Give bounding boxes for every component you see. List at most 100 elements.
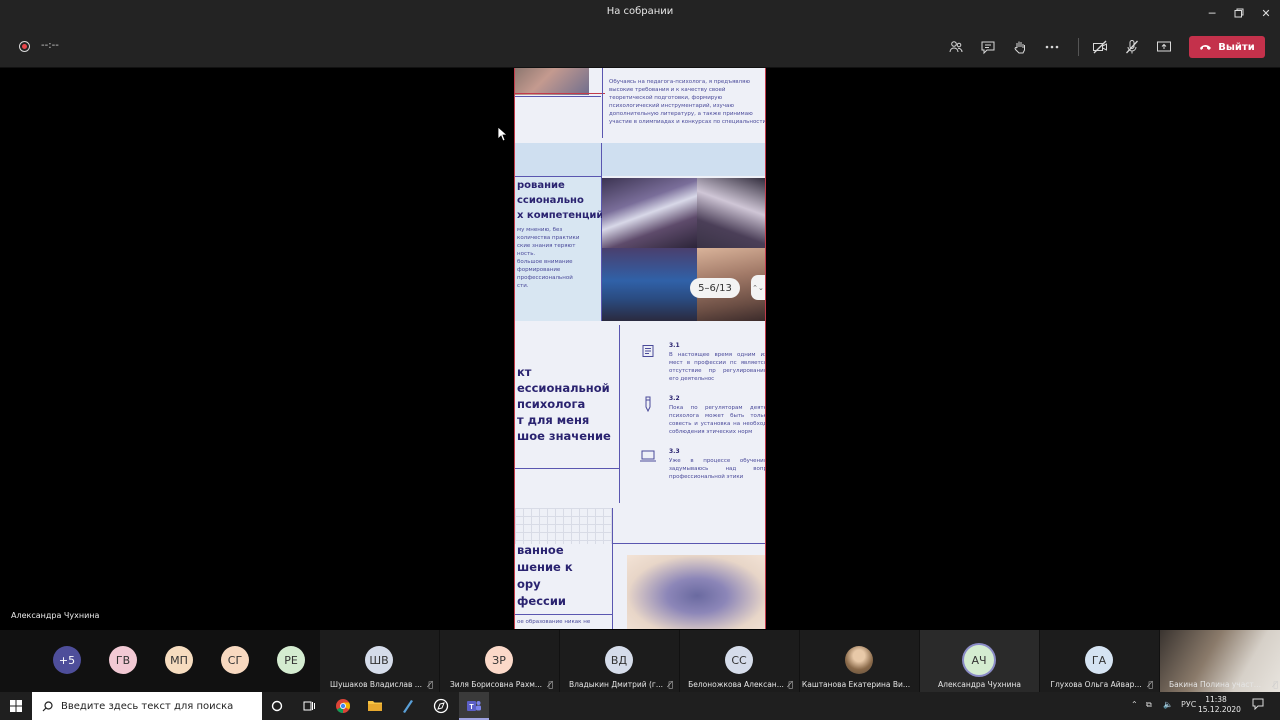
file-explorer-app[interactable]: [365, 696, 385, 716]
slide-divider: [515, 93, 605, 94]
slide-band: [515, 143, 765, 176]
slide-item-text: Пока по регуляторам деяте психолога може…: [669, 405, 766, 435]
raise-hand-icon: [1014, 41, 1025, 54]
clock-time: 11:38: [1205, 695, 1227, 704]
minimize-icon[interactable]: ─: [1198, 0, 1226, 26]
task-view-icon: [303, 701, 315, 711]
system-clock[interactable]: 11:38 15.12.2020: [1198, 695, 1241, 715]
more-icon: [1045, 45, 1059, 49]
cortana-button[interactable]: [267, 696, 287, 716]
participant-photo-avatar: [845, 646, 873, 674]
slide-heading-2-line: рование: [517, 180, 565, 191]
leave-label: Выйти: [1218, 41, 1255, 53]
camera-off-icon: [1093, 40, 1107, 54]
slide-heading-2: рование ссионально х компетенций: [517, 178, 603, 223]
mic-muted-icon: 🎙̸: [668, 680, 673, 689]
participant-avatar: ШВ: [365, 646, 393, 674]
slide-text-line: му мнению, без: [517, 227, 563, 233]
mic-muted-icon: 🎙̸: [548, 680, 553, 689]
share-screen-icon: [1157, 41, 1171, 52]
meeting-timer: --:--: [41, 40, 59, 51]
participant-roster: +5 ГВ МП СГ РЕ ШВ Шушаков Владислав ... …: [0, 630, 1280, 692]
participant-tile[interactable]: Каштанова Екатерина Ви...: [800, 630, 919, 692]
participant-avatar: АЧ: [964, 645, 994, 675]
raise-hand-button[interactable]: [1007, 34, 1033, 60]
participant-tile-speaking[interactable]: АЧ Александра Чухнина: [920, 630, 1039, 692]
task-view-button[interactable]: [299, 696, 319, 716]
slide-paragraph-1: Обучаясь на педагога-психолога, я предъя…: [609, 79, 766, 125]
pinned-app[interactable]: [397, 696, 417, 716]
cortana-icon: [271, 700, 283, 712]
teams-app-active[interactable]: T: [459, 692, 489, 720]
participant-tile[interactable]: ГА Глухова Ольга Айвар... 🎙̸: [1040, 630, 1159, 692]
slide-counter: 5–6/13: [690, 278, 740, 298]
participant-name: Зиля Борисовна Рахм...: [449, 680, 543, 689]
phone-hangup-icon: [1200, 45, 1212, 50]
slide-divider: [619, 325, 620, 503]
slide-heading-4-line: ору: [517, 577, 541, 591]
chat-button[interactable]: [975, 34, 1001, 60]
slide-heading-3-line: кт: [517, 365, 532, 379]
notifications-icon[interactable]: [1252, 698, 1264, 712]
participant-tile[interactable]: ВД Владыкин Дмитрий (г... 🎙̸: [560, 630, 679, 692]
participant-name: Бакина Полина участ...: [1169, 680, 1261, 689]
presenter-name: Александра Чухнина: [11, 611, 100, 620]
teams-icon: T: [467, 701, 481, 711]
pinned-app-2[interactable]: [431, 696, 451, 716]
participant-avatar[interactable]: РЕ: [277, 646, 305, 674]
slide-nav-handle[interactable]: ⌃⌄: [751, 275, 765, 300]
folder-icon: [368, 701, 382, 711]
slide-heading-4-line: шение к: [517, 560, 573, 574]
slide-heading-3-line: психолога: [517, 397, 586, 411]
network-icon[interactable]: ⧉: [1146, 700, 1152, 710]
more-participants-button[interactable]: +5: [53, 646, 81, 674]
slide-divider: [613, 543, 765, 544]
record-indicator-icon: [19, 41, 30, 52]
volume-icon[interactable]: 🔈: [1163, 700, 1173, 709]
slide-heading-2-line: х компетенций: [517, 210, 604, 221]
pen-icon: [641, 396, 655, 414]
slide-paragraph-2: му мнению, без количества практики ские …: [517, 226, 597, 290]
slide-text-line: количества практики: [517, 235, 580, 241]
slide-heading-3-line: т для меня: [517, 413, 590, 427]
language-indicator[interactable]: РУС: [1181, 700, 1196, 709]
chat-icon: [981, 41, 995, 55]
participant-avatar[interactable]: МП: [165, 646, 193, 674]
mic-off-icon: [1126, 40, 1138, 54]
mic-off-button[interactable]: [1119, 34, 1145, 60]
mic-muted-icon: 🎙̸: [428, 680, 433, 689]
participant-tile[interactable]: ЗР Зиля Борисовна Рахм... 🎙̸: [440, 630, 559, 692]
shared-presentation: Обучаясь на педагога-психолога, я предъя…: [514, 68, 766, 629]
restore-icon[interactable]: [1225, 0, 1253, 26]
tray-overflow-icon[interactable]: ⌃: [1131, 700, 1138, 709]
slide-text-line: большое внимание: [517, 259, 573, 265]
slide-divider: [515, 468, 619, 469]
search-icon: [42, 700, 53, 711]
participant-name: Глухова Ольга Айвар...: [1050, 680, 1142, 689]
slide-text-line: формирование: [517, 267, 561, 273]
slide-item-text: В настоящее время одним из мест в профес…: [669, 352, 766, 382]
slide-text-line: сти.: [517, 283, 529, 289]
start-button[interactable]: [6, 696, 26, 716]
participant-video-tile[interactable]: Бакина Полина участ... 🎙̸: [1160, 630, 1280, 692]
camera-off-button[interactable]: [1087, 34, 1113, 60]
slide-photo-top: [515, 68, 589, 95]
close-icon[interactable]: ✕: [1252, 0, 1280, 26]
slide-heading-2-line: ссионально: [517, 195, 584, 206]
chrome-icon: [336, 699, 351, 714]
share-screen-button[interactable]: [1151, 34, 1177, 60]
participant-tile[interactable]: СС Белоножкова Алексан... 🎙̸: [680, 630, 799, 692]
leave-button[interactable]: Выйти: [1189, 36, 1265, 58]
participants-button[interactable]: [943, 34, 969, 60]
taskbar-search[interactable]: Введите здесь текст для поиска: [32, 692, 262, 720]
slide-divider: [515, 614, 612, 615]
slide-heading-3-line: шое значение: [517, 429, 611, 443]
participant-avatar[interactable]: ГВ: [109, 646, 137, 674]
participant-avatar[interactable]: СГ: [221, 646, 249, 674]
windows-icon: [10, 700, 22, 712]
chrome-app[interactable]: [333, 696, 353, 716]
slide-text-line: ские знания теряют: [517, 243, 576, 249]
more-actions-button[interactable]: [1039, 34, 1065, 60]
slide-item-number: 3.3: [669, 448, 680, 455]
participant-tile[interactable]: ШВ Шушаков Владислав ... 🎙̸: [320, 630, 439, 692]
